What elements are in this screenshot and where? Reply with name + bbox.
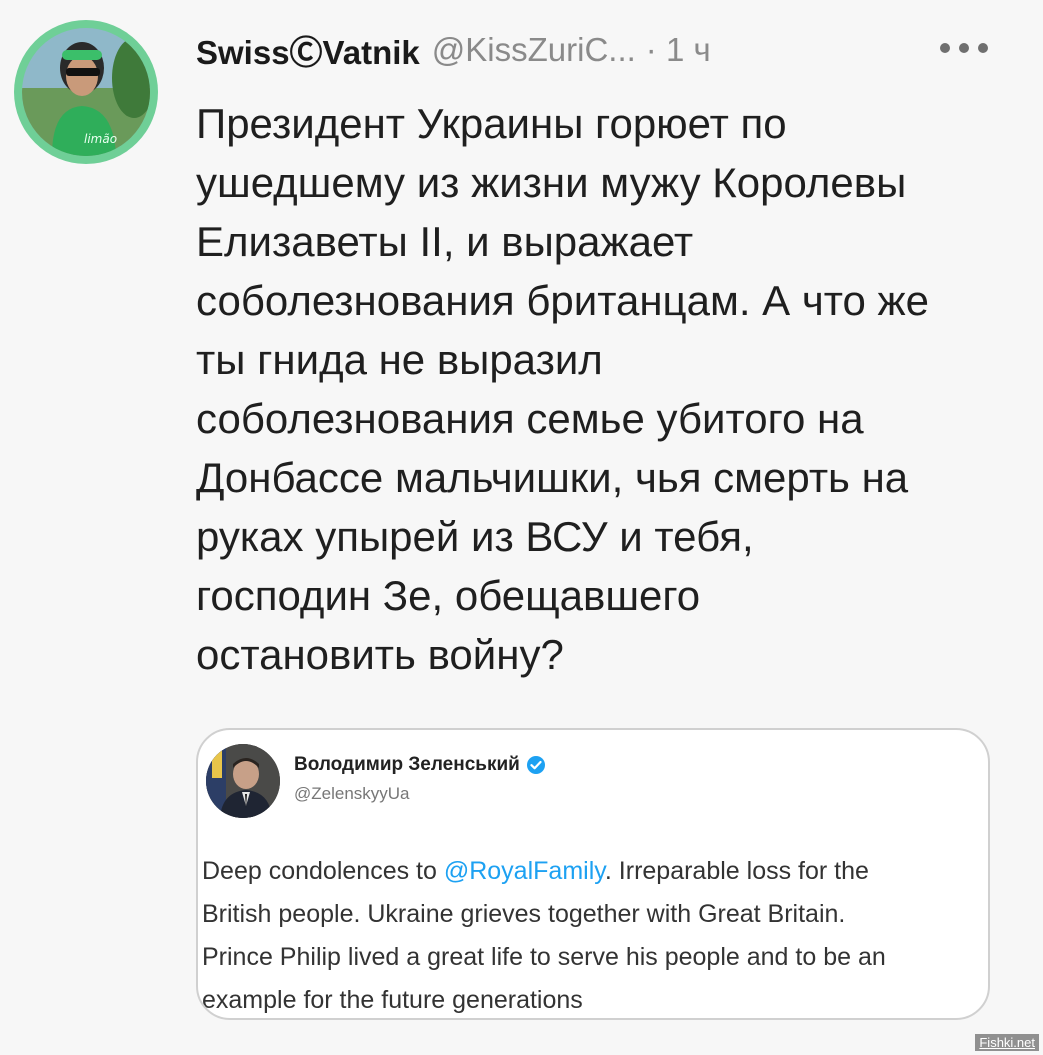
quoted-author-name[interactable]: Володимир Зеленський	[294, 754, 520, 776]
tweet-text-line: Донбассе мальчишки, чья смерть на	[196, 454, 909, 501]
tweet-text-line: ты гнида не выразил	[196, 336, 603, 383]
author-avatar[interactable]: limão	[14, 20, 158, 164]
quoted-text-segment: Deep condolences to	[202, 857, 444, 885]
author-avatar-photo: limão	[22, 28, 150, 156]
quoted-author-row: Володимир Зеленський	[294, 754, 546, 776]
tweet-timestamp[interactable]: · 1 ч	[646, 31, 711, 69]
svg-text:limão: limão	[84, 132, 117, 146]
author-name[interactable]: SwissⒸVatnik	[196, 26, 420, 74]
tweet-text-line: руках упырей из ВСУ и тебя,	[196, 513, 754, 560]
quoted-text-line: British people. Ukraine grieves together…	[202, 900, 846, 928]
quoted-text-line: Deep condolences to @RoyalFamily. Irrepa…	[202, 850, 988, 893]
more-options-button[interactable]	[940, 34, 988, 62]
site-watermark: Fishki.net	[975, 1034, 1039, 1051]
tweet-header: SwissⒸVatnik @KissZuriC... · 1 ч	[196, 28, 711, 72]
tweet-text-line: соболезнования семье убитого на	[196, 395, 864, 442]
tweet-text-line: соболезнования британцам. А что же	[196, 277, 929, 324]
tweet-text-line: остановить войну?	[196, 631, 564, 678]
more-horizontal-icon	[959, 43, 969, 53]
tweet-text-line: Елизаветы II, и выражает	[196, 218, 694, 265]
quoted-tweet-card[interactable]: Володимир Зеленський @ZelenskyyUa Deep c…	[196, 728, 990, 1020]
verified-badge-icon	[526, 756, 545, 774]
tweet-text-line: господин Зе, обещавшего	[196, 572, 701, 619]
tweet-text-line: Президент Украины горюет по	[196, 100, 787, 147]
quoted-tweet-body: Deep condolences to @RoyalFamily. Irrepa…	[202, 850, 988, 1018]
more-horizontal-icon	[940, 43, 950, 53]
quoted-author-handle[interactable]: @ZelenskyyUa	[294, 784, 410, 804]
quoted-text-line: Prince Philip lived a great life to serv…	[202, 943, 886, 971]
tweet-body: Президент Украины горюет по ушедшему из …	[196, 94, 1016, 684]
author-handle[interactable]: @KissZuriC...	[432, 31, 636, 69]
tweet-text-line: ушедшему из жизни мужу Королевы	[196, 159, 907, 206]
mention-link[interactable]: @RoyalFamily	[444, 857, 605, 885]
more-horizontal-icon	[978, 43, 988, 53]
quoted-text-segment: . Irreparable loss for the	[604, 857, 869, 885]
quoted-text-line: example for the future generations	[202, 986, 583, 1014]
quoted-author-avatar[interactable]	[206, 744, 280, 818]
